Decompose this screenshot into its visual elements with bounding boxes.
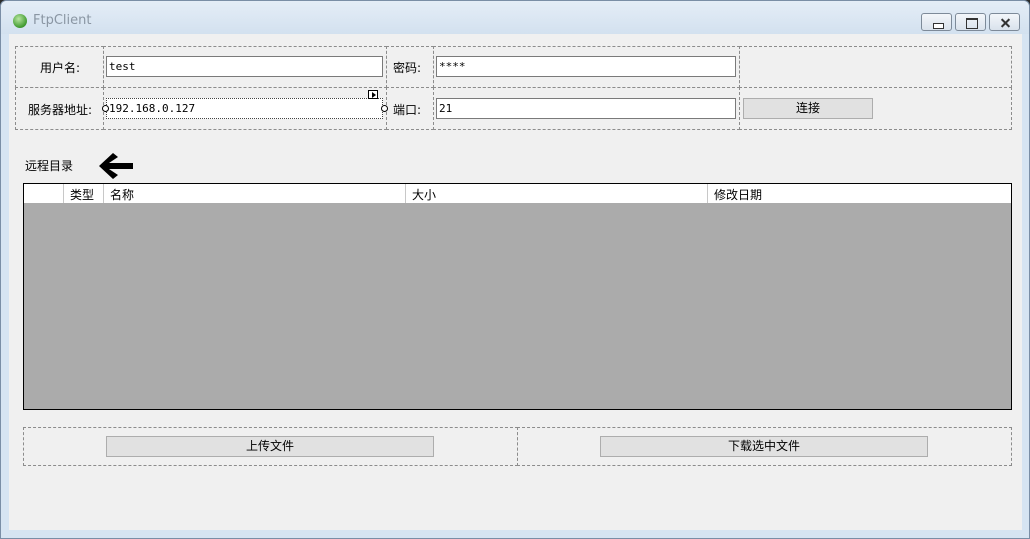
smart-tag-icon[interactable]	[368, 90, 378, 99]
username-label: 用户名:	[40, 61, 81, 75]
username-input[interactable]: test	[106, 56, 383, 77]
resize-handle-right[interactable]	[381, 105, 388, 112]
column-header-modified-date[interactable]: 修改日期	[708, 184, 1011, 203]
minimize-icon	[922, 14, 951, 30]
remote-directory-label: 远程目录	[25, 159, 74, 173]
upload-file-button[interactable]: 上传文件	[106, 436, 434, 457]
password-label: 密码:	[393, 61, 422, 75]
server-address-label: 服务器地址:	[28, 103, 93, 117]
close-icon	[990, 14, 1019, 30]
window-title: FtpClient	[33, 13, 92, 28]
app-globe-icon	[13, 14, 27, 28]
arrow-left-icon[interactable]	[97, 151, 135, 181]
restore-icon	[956, 14, 985, 30]
port-input[interactable]: 21	[436, 98, 736, 119]
form-cell-empty	[739, 46, 1012, 88]
title-bar[interactable]: FtpClient	[1, 1, 1029, 34]
download-selected-file-button[interactable]: 下载选中文件	[600, 436, 928, 457]
file-list-grid[interactable]: 类型 名称 大小 修改日期	[23, 183, 1012, 410]
resize-handle-left[interactable]	[102, 105, 109, 112]
column-header-name[interactable]: 名称	[104, 184, 406, 203]
grid-header: 类型 名称 大小 修改日期	[24, 184, 1011, 203]
minimize-button[interactable]	[921, 13, 952, 31]
app-window: FtpClient 用户名: test 密码: **** 服务器地址: 192.…	[0, 0, 1030, 539]
port-label: 端口:	[393, 103, 422, 117]
connect-button[interactable]: 连接	[743, 98, 873, 119]
server-address-input[interactable]: 192.168.0.127	[106, 98, 383, 119]
password-input[interactable]: ****	[436, 56, 736, 77]
column-header-row-selector[interactable]	[24, 184, 64, 203]
column-header-type[interactable]: 类型	[64, 184, 104, 203]
column-header-size[interactable]: 大小	[406, 184, 708, 203]
client-area: 用户名: test 密码: **** 服务器地址: 192.168.0.127 …	[9, 34, 1022, 530]
close-button[interactable]	[989, 13, 1020, 31]
restore-button[interactable]	[955, 13, 986, 31]
